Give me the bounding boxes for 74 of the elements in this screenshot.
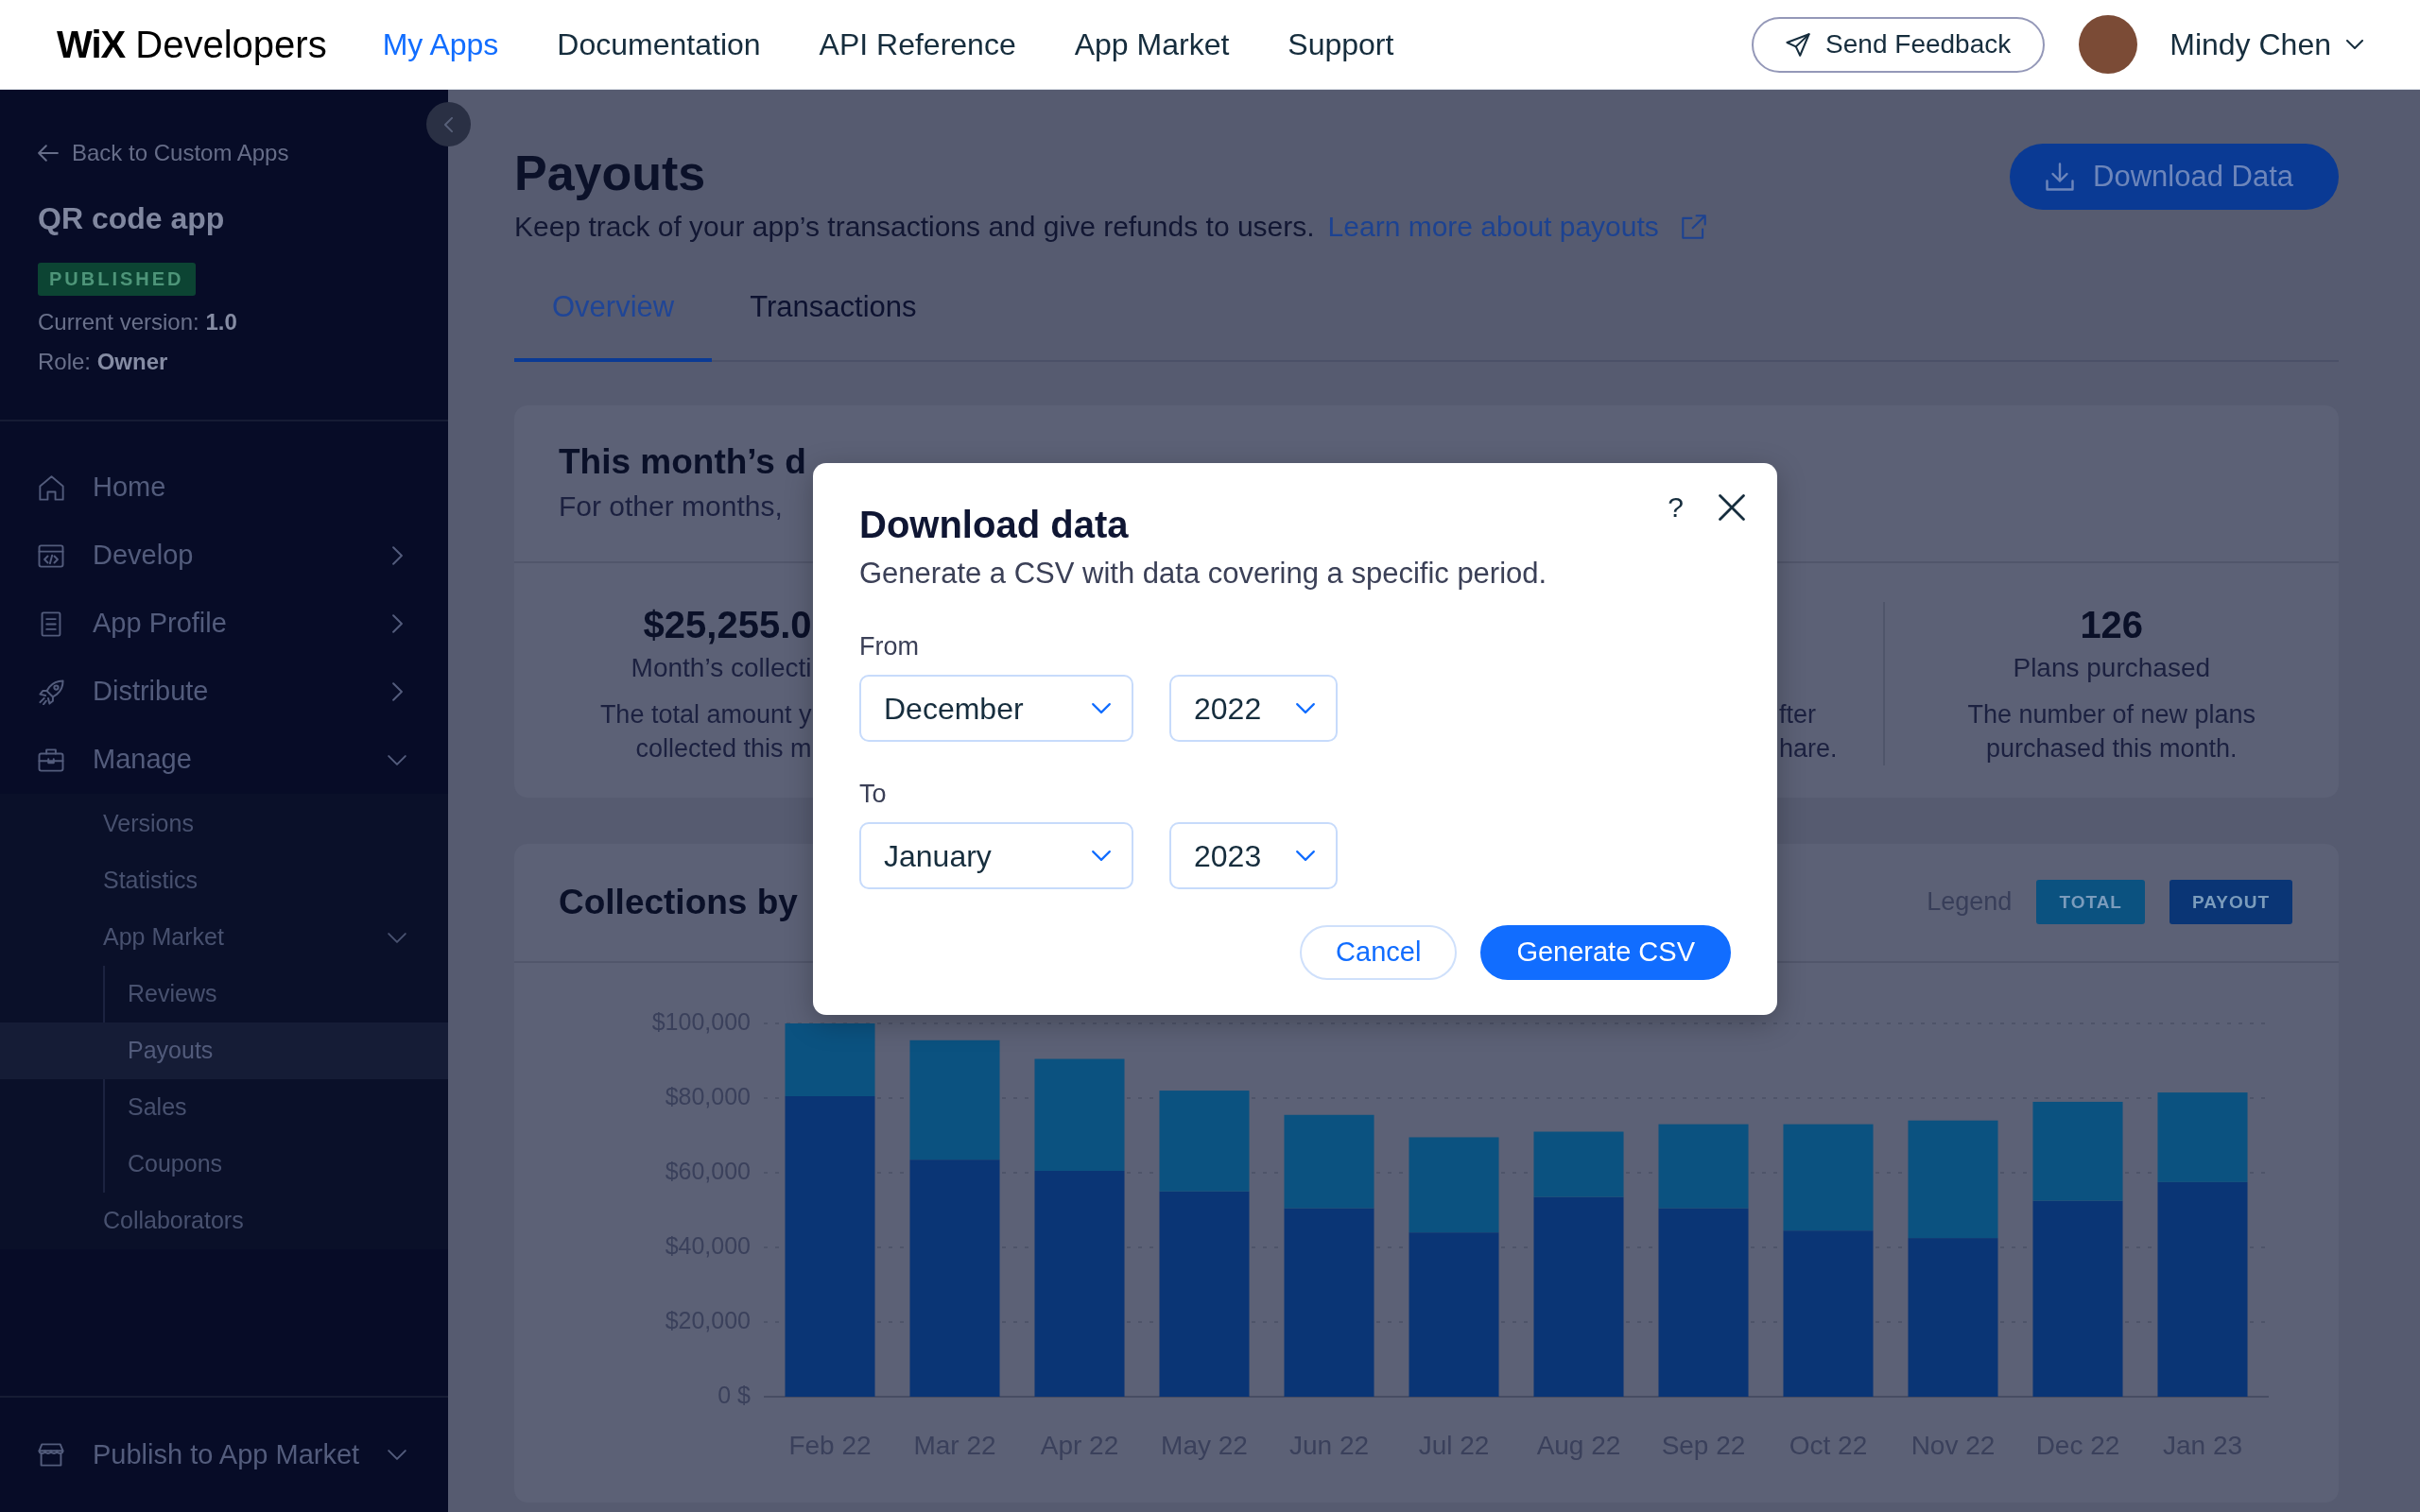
legend-badge: PAYOUT <box>2169 880 2292 924</box>
paper-plane-icon <box>1786 32 1811 57</box>
stat-description: collected this m <box>635 733 812 765</box>
dialog-description: Generate a CSV with data covering a specific period. <box>859 556 1547 592</box>
chevron-down-icon <box>1092 703 1111 713</box>
stat-label: Plans purchased <box>2013 652 2211 684</box>
help-button[interactable]: ? <box>1668 490 1684 524</box>
tab[interactable]: Transactions <box>712 270 955 362</box>
nav-link[interactable]: API Reference <box>819 26 1016 63</box>
rocket-icon <box>38 679 64 705</box>
sidebar-subitem[interactable]: Collaborators <box>0 1193 448 1249</box>
external-link-icon <box>1681 214 1706 239</box>
sidebar-item[interactable]: Home <box>0 454 448 522</box>
year-select[interactable]: 2023 <box>1169 822 1338 889</box>
year-select[interactable]: 2022 <box>1169 675 1338 742</box>
sidebar-item[interactable]: App Profile <box>0 590 448 658</box>
stat-description: The total amount y <box>599 699 812 730</box>
stat-label: Month’s collecti <box>631 652 812 684</box>
stat-description: The number of new plans purchased this month. <box>1966 699 2257 765</box>
generate-csv-button[interactable]: Generate CSV <box>1480 925 1731 980</box>
sidebar-subitem[interactable]: Sales <box>0 1079 448 1136</box>
sidebar-subitem[interactable]: App Market <box>0 909 448 966</box>
arrow-left-icon <box>38 145 59 162</box>
send-feedback-button[interactable]: Send Feedback <box>1752 16 2046 73</box>
download-data-button[interactable]: Download Data <box>2010 144 2339 210</box>
stat-value: 126 <box>2080 603 2144 647</box>
nav-link[interactable]: Documentation <box>557 26 761 63</box>
dialog-title: Download data <box>859 503 1129 547</box>
card-title: This month’s d <box>559 441 806 483</box>
month-select[interactable]: December <box>859 675 1133 742</box>
month-select[interactable]: January <box>859 822 1133 889</box>
nav-link[interactable]: App Market <box>1074 26 1230 63</box>
nav-link[interactable]: Support <box>1288 26 1394 63</box>
chevron-down-icon <box>1296 850 1315 861</box>
chevron-down-icon <box>2346 40 2363 49</box>
sidebar-item[interactable]: Manage <box>0 726 448 794</box>
logo[interactable]: WiX Developers <box>57 24 327 65</box>
sidebar-item[interactable]: Develop <box>0 522 448 590</box>
field-label: From <box>859 631 919 662</box>
house-icon <box>38 474 64 501</box>
chevron-down-icon <box>1092 850 1111 861</box>
stat-description: fter <box>1779 699 1816 730</box>
account-menu-button[interactable]: Mindy Chen <box>2169 22 2363 67</box>
download-icon <box>2046 163 2075 191</box>
chevron-left-icon <box>444 116 453 132</box>
stat-description: hare. <box>1779 733 1838 765</box>
sidebar-subitem[interactable]: Statistics <box>0 852 448 909</box>
status-badge: PUBLISHED <box>38 263 196 296</box>
card-subtitle: For other months, <box>559 490 783 524</box>
app-name: QR code app <box>38 200 225 237</box>
app-detail: Role: Owner <box>38 348 168 376</box>
close-icon <box>1719 494 1745 521</box>
page-description: Keep track of your app’s transactions and give refunds to users. <box>514 210 1315 244</box>
legend-badge: TOTAL <box>2036 880 2145 924</box>
store-icon <box>38 1443 64 1467</box>
card-title: Collections by <box>559 881 798 923</box>
back-link[interactable]: Back to Custom Apps <box>38 139 289 167</box>
close-button[interactable] <box>1719 494 1745 521</box>
field-label: To <box>859 779 887 810</box>
sidebar-subitem[interactable]: Payouts <box>0 1022 448 1079</box>
stat-value: $25,255.0 <box>643 603 812 647</box>
chevron-down-icon <box>388 1450 407 1460</box>
nav-link[interactable]: My Apps <box>382 26 499 63</box>
publish-menu-item[interactable]: Publish to App Market <box>0 1396 448 1512</box>
document-icon <box>41 610 61 637</box>
cancel-button[interactable]: Cancel <box>1300 925 1458 980</box>
chevron-down-icon <box>1296 703 1315 713</box>
code-window-icon <box>38 543 64 568</box>
briefcase-icon <box>38 747 64 772</box>
sidebar-subitem[interactable]: Coupons <box>0 1136 448 1193</box>
sidebar-item[interactable]: Distribute <box>0 658 448 726</box>
app-detail: Current version: 1.0 <box>38 308 237 336</box>
page-title: Payouts <box>514 145 706 202</box>
sidebar-subitem[interactable]: Versions <box>0 796 448 852</box>
